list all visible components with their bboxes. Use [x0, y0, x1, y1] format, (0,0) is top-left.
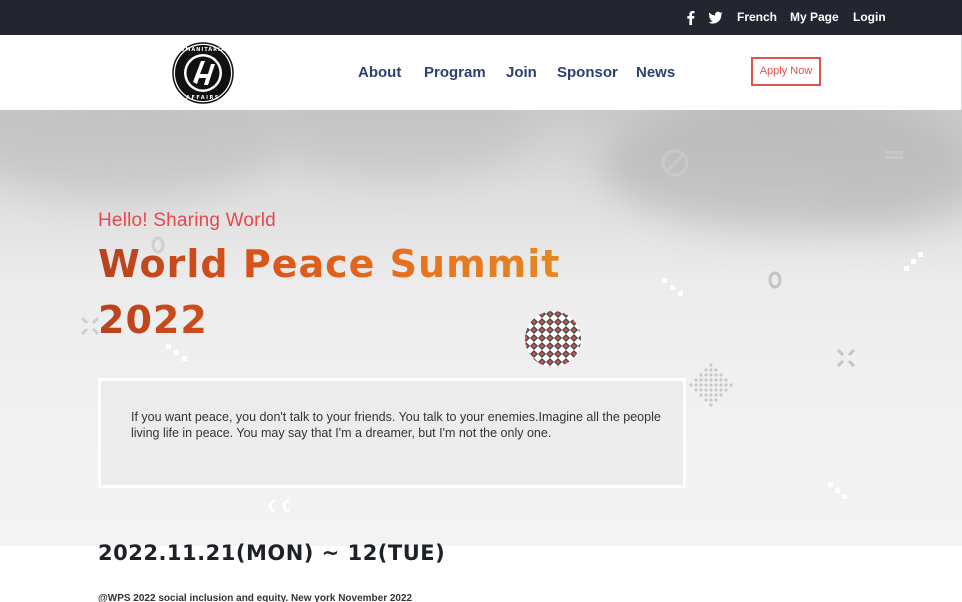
hero-title-part1: World Peace [98, 242, 390, 286]
hero-title-year: 2022 [98, 298, 208, 342]
french-language-link[interactable]: French [737, 10, 777, 25]
quote-text: If you want peace, you don't talk to you… [131, 410, 661, 440]
hero-background-shape [270, 110, 530, 180]
hero-title-part2: Summit [389, 242, 561, 286]
hero-title: World Peace Summit 2022 [98, 236, 568, 348]
quote-box: If you want peace, you don't talk to you… [98, 378, 686, 488]
facebook-icon[interactable] [686, 10, 695, 25]
zero-decoration-icon [768, 271, 782, 289]
apply-now-button[interactable]: Apply Now [751, 57, 821, 86]
hero-background-shape [0, 110, 280, 200]
dots-decoration-icon [662, 278, 683, 296]
login-link[interactable]: Login [853, 10, 886, 25]
nav-join[interactable]: Join [506, 64, 537, 82]
no-symbol-icon [661, 149, 689, 177]
top-utility-bar: French My Page Login [0, 0, 962, 35]
my-page-link[interactable]: My Page [790, 10, 839, 25]
hero-greeting: Hello! Sharing World [98, 210, 276, 231]
diamond-dots-decoration [689, 363, 733, 407]
equals-decoration-icon [885, 151, 903, 159]
nav-news[interactable]: News [636, 64, 675, 82]
svg-text:HUMANITARIAN: HUMANITARIAN [175, 47, 231, 53]
dots-decoration-icon [904, 252, 923, 271]
event-footnote: @WPS 2022 social inclusion and equity. N… [98, 593, 413, 602]
event-date: 2022.11.21(MON) ~ 12(TUE) [98, 541, 446, 565]
humanitarian-affairs-logo[interactable]: HUMANITARIAN AFFAIRS [172, 42, 234, 104]
nav-sponsor[interactable]: Sponsor [557, 64, 618, 82]
x-decoration-icon [836, 348, 856, 368]
x-decoration-icon [80, 316, 100, 336]
cc-decoration-icon [268, 499, 290, 513]
hero-banner: Hello! Sharing World World Peace Summit … [0, 110, 962, 546]
main-header: HUMANITARIAN AFFAIRS About Program Join … [0, 35, 962, 110]
twitter-icon[interactable] [708, 10, 723, 25]
dots-decoration-icon [828, 482, 847, 499]
svg-text:AFFAIRS: AFFAIRS [186, 95, 220, 101]
nav-program[interactable]: Program [424, 64, 486, 82]
nav-about[interactable]: About [358, 64, 401, 82]
